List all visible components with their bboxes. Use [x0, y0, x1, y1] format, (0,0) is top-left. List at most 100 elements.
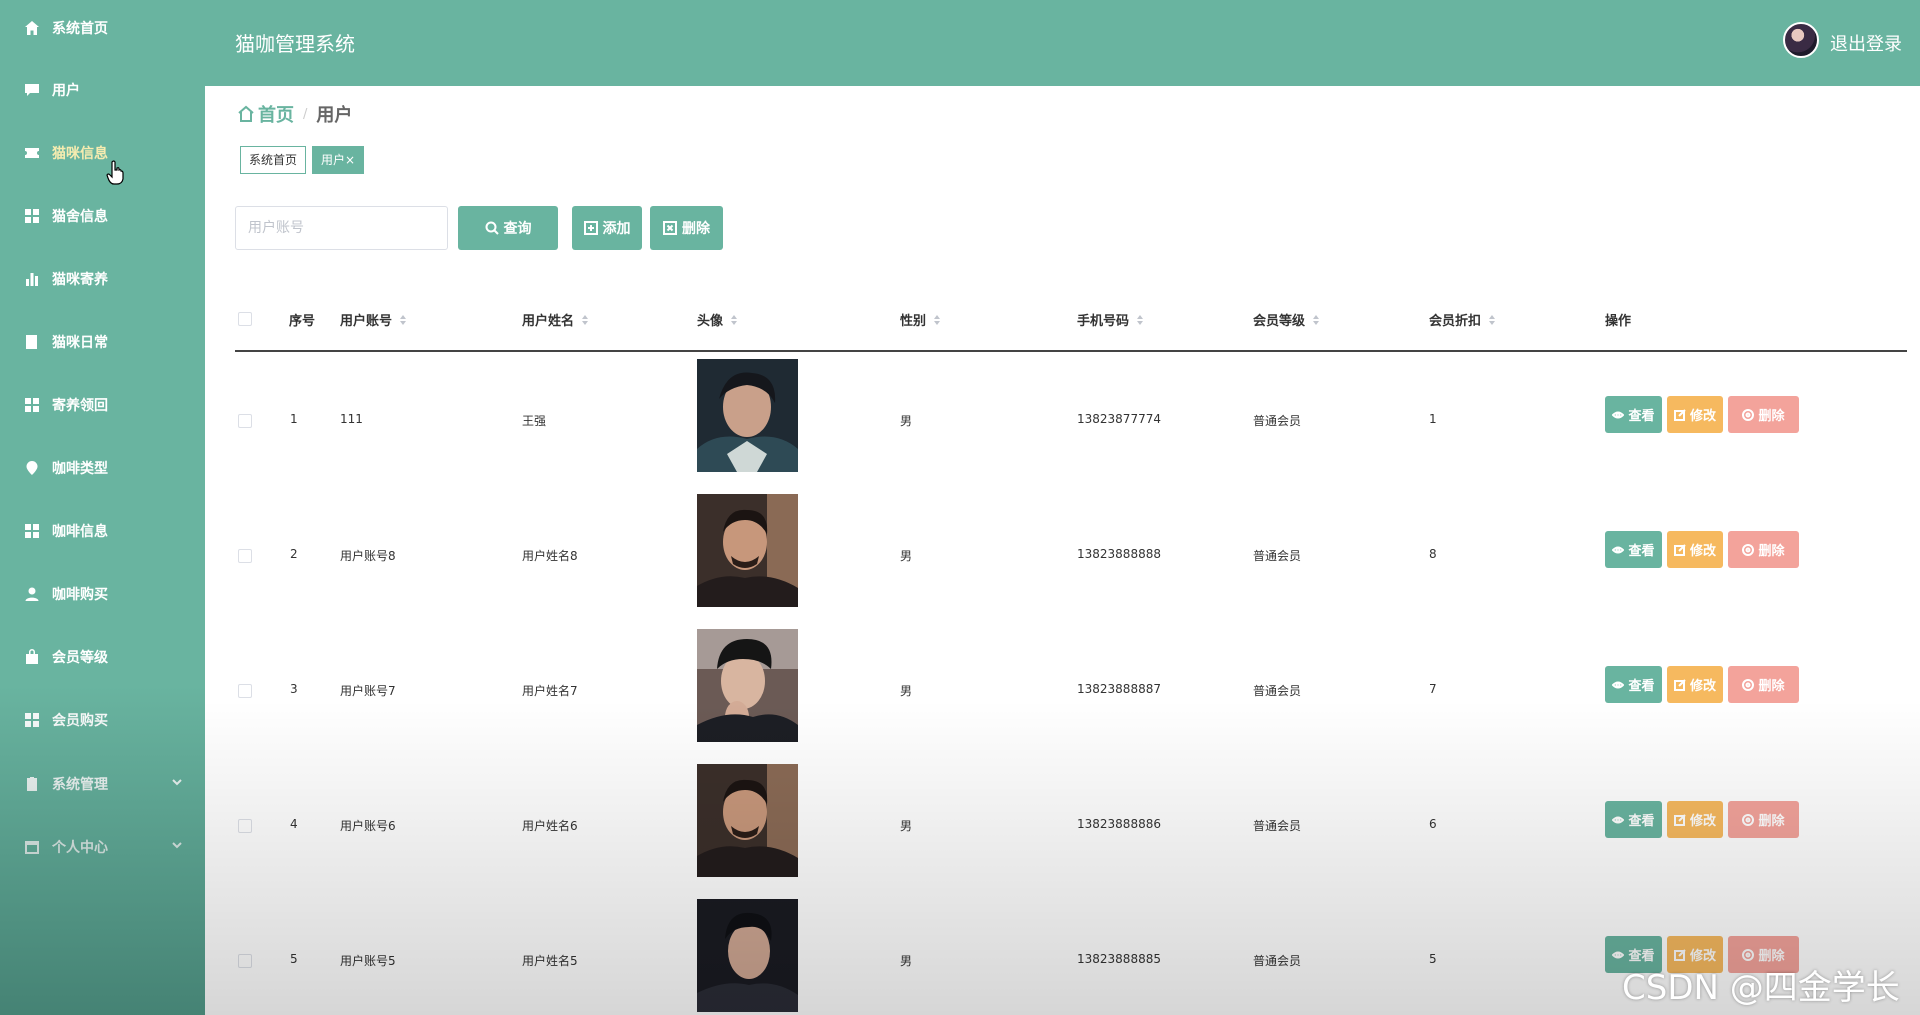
row-actions: 查看 修改 删除 — [1605, 531, 1804, 568]
column-header[interactable]: 会员折扣 — [1429, 310, 1496, 329]
sort-icon[interactable] — [400, 314, 407, 325]
edit-button[interactable]: 修改 — [1667, 666, 1723, 703]
sort-icon[interactable] — [582, 314, 589, 325]
delete-button-label: 删除 — [1758, 814, 1785, 829]
tab-user[interactable]: 用户× — [312, 146, 365, 174]
delete-button[interactable]: 删除 — [1728, 531, 1799, 568]
column-header[interactable]: 用户姓名 — [522, 310, 589, 329]
view-button[interactable]: 查看 — [1605, 531, 1662, 568]
bar-chart-icon — [24, 271, 40, 287]
column-header[interactable]: 手机号码 — [1077, 310, 1144, 329]
view-button[interactable]: 查看 — [1605, 801, 1662, 838]
column-header-label: 操作 — [1605, 314, 1632, 329]
location-icon — [24, 460, 40, 476]
sort-icon[interactable] — [934, 314, 941, 325]
delete-button[interactable]: 删除 — [1728, 396, 1799, 433]
grid-icon — [24, 397, 40, 413]
sidebar-item-coffee-purchase[interactable]: 咖啡购买 — [0, 572, 205, 616]
cell-gender: 男 — [900, 684, 913, 698]
delete-button[interactable]: 删除 — [1728, 801, 1799, 838]
row-actions: 查看 修改 删除 — [1605, 666, 1804, 703]
sidebar-item-label: 会员购买 — [52, 713, 108, 729]
plus-square-icon — [583, 221, 598, 235]
sidebar-item-cat-boarding[interactable]: 猫咪寄养 — [0, 257, 205, 301]
column-header[interactable]: 用户账号 — [340, 310, 407, 329]
edit-button[interactable]: 修改 — [1667, 801, 1723, 838]
logout-link[interactable]: 退出登录 — [1830, 30, 1902, 56]
delete-button-label: 删除 — [1758, 409, 1785, 424]
sidebar-item-member-level[interactable]: 会员等级 — [0, 635, 205, 679]
edit-button[interactable]: 修改 — [1667, 396, 1723, 433]
view-button-label: 查看 — [1628, 814, 1655, 829]
sort-icon[interactable] — [731, 314, 738, 325]
row-checkbox[interactable] — [238, 954, 252, 968]
row-checkbox[interactable] — [238, 819, 252, 833]
sidebar-item-label: 用户 — [52, 83, 80, 99]
row-actions: 查看 修改 删除 — [1605, 801, 1804, 838]
sidebar-item-cat-info[interactable]: 猫咪信息 — [0, 131, 205, 175]
row-checkbox[interactable] — [238, 549, 252, 563]
calendar-icon — [24, 839, 40, 855]
edit-button[interactable]: 修改 — [1667, 531, 1723, 568]
view-button-label: 查看 — [1628, 409, 1655, 424]
breadcrumb-home-label: 首页 — [258, 105, 294, 126]
tab-system-home[interactable]: 系统首页 — [240, 146, 307, 174]
cell-level: 普通会员 — [1253, 549, 1302, 563]
cell-name: 用户姓名5 — [522, 954, 578, 968]
sidebar-item-user[interactable]: 用户 — [0, 68, 205, 112]
column-header-label: 性别 — [900, 314, 927, 329]
sidebar-item-coffee-type[interactable]: 咖啡类型 — [0, 446, 205, 490]
column-header[interactable]: 性别 — [900, 310, 941, 329]
user-table: 序号 用户账号 用户姓名 头像 性别 手机号码 会员等级 会员折扣 操作 1 1… — [235, 286, 1907, 1015]
cell-gender: 男 — [900, 954, 913, 968]
avatar-image — [697, 494, 798, 607]
cell-account: 用户账号8 — [340, 549, 396, 563]
sidebar-item-coffee-info[interactable]: 咖啡信息 — [0, 509, 205, 553]
user-icon — [24, 586, 40, 602]
sidebar-item-cat-daily[interactable]: 猫咪日常 — [0, 320, 205, 364]
table-row: 2 用户账号8 用户姓名8 男 13823888888 普通会员 8 查看 修改… — [235, 487, 1907, 622]
edit-button-label: 修改 — [1689, 814, 1716, 829]
query-button[interactable]: 查询 — [458, 206, 558, 250]
view-button[interactable]: 查看 — [1605, 396, 1662, 433]
sidebar-item-boarding-return[interactable]: 寄养领回 — [0, 383, 205, 427]
avatar[interactable] — [1783, 22, 1819, 58]
row-checkbox[interactable] — [238, 684, 252, 698]
column-header[interactable]: 头像 — [697, 310, 738, 329]
sidebar-item-personal-center[interactable]: 个人中心 — [0, 825, 205, 869]
cell-level: 普通会员 — [1253, 414, 1302, 428]
main-content: 首页 / 用户 系统首页 用户× 查询 添加 删除 — [205, 86, 1920, 1015]
breadcrumb-current: 用户 — [316, 105, 353, 126]
cell-name: 王强 — [522, 414, 547, 428]
delete-button-label: 删除 — [1758, 679, 1785, 694]
batch-delete-button[interactable]: 删除 — [650, 206, 723, 250]
delete-button[interactable]: 删除 — [1728, 666, 1799, 703]
cell-phone: 13823888885 — [1077, 952, 1161, 966]
app-window: 系统首页 用户 猫咪信息 猫舍信息 猫咪寄养 猫咪日常 寄养领回 咖啡类型 咖啡… — [0, 0, 1920, 1015]
sort-icon[interactable] — [1137, 314, 1144, 325]
sidebar-item-system-admin[interactable]: 系统管理 — [0, 762, 205, 806]
view-button[interactable]: 查看 — [1605, 666, 1662, 703]
column-header[interactable]: 会员等级 — [1253, 310, 1320, 329]
sort-icon[interactable] — [1313, 314, 1320, 325]
row-checkbox[interactable] — [238, 414, 252, 428]
sidebar-item-label: 系统首页 — [52, 21, 108, 37]
sidebar-item-cattery-info[interactable]: 猫舍信息 — [0, 194, 205, 238]
sidebar-item-member-purchase[interactable]: 会员购买 — [0, 698, 205, 742]
sidebar-item-home[interactable]: 系统首页 — [0, 6, 205, 50]
add-button[interactable]: 添加 — [572, 206, 642, 250]
column-header-label: 用户账号 — [340, 314, 393, 329]
ticket-icon — [24, 145, 40, 161]
cell-index: 2 — [290, 547, 298, 561]
sort-icon[interactable] — [1489, 314, 1496, 325]
sidebar-item-label: 猫咪日常 — [52, 335, 108, 351]
table-row: 1 111 王强 男 13823877774 普通会员 1 查看 修改 删除 — [235, 352, 1907, 487]
select-all-checkbox[interactable] — [238, 312, 252, 326]
edit-icon — [1673, 543, 1686, 556]
avatar-image — [697, 899, 798, 1012]
breadcrumb-home[interactable]: 首页 — [237, 101, 294, 127]
cell-discount: 6 — [1429, 817, 1437, 831]
tag-tabs: 系统首页 用户× — [240, 146, 370, 174]
delete-circle-icon — [1742, 408, 1755, 421]
search-input[interactable] — [235, 206, 448, 250]
